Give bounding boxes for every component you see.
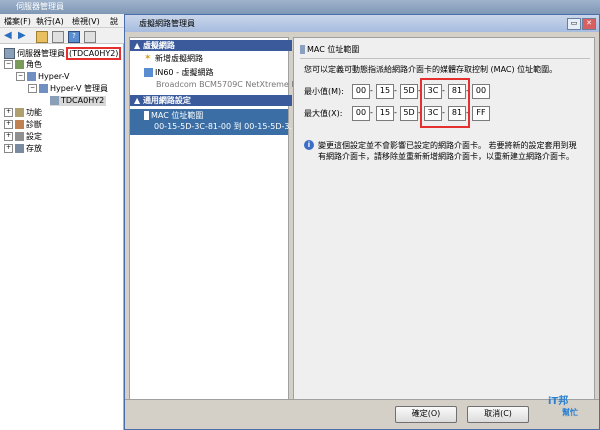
close-icon[interactable]: ✕ bbox=[582, 18, 596, 30]
max-octet-1[interactable]: 00 bbox=[352, 106, 370, 121]
diagnostics-icon bbox=[15, 120, 24, 129]
section-virtual-networks[interactable]: ▲ 虛擬網路 bbox=[130, 40, 292, 51]
back-arrow-icon[interactable]: ◀ bbox=[4, 31, 14, 41]
tree-host[interactable]: TDCA0HY2 bbox=[50, 96, 107, 106]
settings-nav-panel: ▲ 虛擬網路 ✶ 新增虛擬網路 IN60 - 虛擬網路 Broadcom BCM5… bbox=[129, 37, 304, 423]
storage-icon bbox=[15, 144, 24, 153]
dash: - bbox=[370, 86, 373, 95]
hyperv-icon bbox=[27, 72, 36, 81]
section-global-settings[interactable]: ▲ 通用網路設定 bbox=[130, 95, 292, 106]
mac-icon bbox=[144, 111, 149, 120]
cancel-button[interactable]: 取消(C) bbox=[467, 406, 529, 423]
dialog-footer: 確定(O) 取消(C) bbox=[125, 399, 599, 429]
forward-arrow-icon[interactable]: ▶ bbox=[18, 31, 28, 41]
help-icon[interactable]: ? bbox=[68, 31, 80, 43]
ok-button[interactable]: 確定(O) bbox=[395, 406, 457, 423]
folder-up-icon[interactable] bbox=[36, 31, 48, 43]
tree-features[interactable]: + 功能 bbox=[4, 108, 42, 118]
menu-action[interactable]: 執行(A) bbox=[36, 16, 64, 27]
max-octet-3[interactable]: 5D bbox=[400, 106, 418, 121]
server-icon bbox=[4, 48, 15, 59]
collapse-icon[interactable]: − bbox=[4, 60, 13, 69]
host-icon bbox=[50, 96, 59, 105]
back-window-title: 伺服器管理員 bbox=[16, 2, 64, 11]
back-window-titlebar: 伺服器管理員 bbox=[0, 0, 600, 14]
menu-file[interactable]: 檔案(F) bbox=[4, 16, 31, 27]
info-icon: i bbox=[304, 140, 314, 150]
configuration-icon bbox=[15, 132, 24, 141]
octet-highlight-box bbox=[420, 78, 470, 128]
panel-description: 您可以定義可動態指派給網路介面卡的媒體存取控制 (MAC) 位址範圍。 bbox=[304, 65, 558, 74]
expand-icon[interactable]: + bbox=[4, 108, 13, 117]
dash: - bbox=[370, 108, 373, 117]
dash: - bbox=[394, 108, 397, 117]
server-manager-tree: 伺服器管理員 (TDCA0HY2) − 角色 − Hyper-V − Hyper-V 管… bbox=[0, 44, 124, 430]
menu-view[interactable]: 檢視(V) bbox=[72, 16, 100, 27]
min-octet-3[interactable]: 5D bbox=[400, 84, 418, 99]
properties-icon[interactable] bbox=[84, 31, 96, 43]
min-octet-6[interactable]: 00 bbox=[472, 84, 490, 99]
virtual-network-manager-dialog: 虛擬網路管理員 ▭ ✕ ▲ 虛擬網路 ✶ 新增虛擬網路 IN60 - 虛擬網路 B… bbox=[124, 14, 600, 430]
nav-adapter-name: Broadcom BCM5709C NetXtreme II... bbox=[156, 80, 304, 89]
expand-icon[interactable]: + bbox=[4, 144, 13, 153]
nav-mac-range-selected[interactable]: MAC 位址範圍 00-15-5D-3C-81-00 到 00-15-5D-3.… bbox=[130, 109, 297, 135]
max-octet-6[interactable]: FF bbox=[472, 106, 490, 121]
dash: - bbox=[394, 86, 397, 95]
watermark-logo: iT邦 幫忙 bbox=[548, 396, 578, 417]
tree-storage[interactable]: + 存放 bbox=[4, 144, 42, 154]
show-tree-icon[interactable] bbox=[52, 31, 64, 43]
mac-range-settings-panel: MAC 位址範圍 您可以定義可動態指派給網路介面卡的媒體存取控制 (MAC) 位… bbox=[293, 37, 595, 423]
collapse-caret-icon[interactable]: ▲ bbox=[134, 41, 143, 50]
dialog-titlebar: 虛擬網路管理員 ▭ ✕ bbox=[125, 15, 599, 32]
info-text: 變更這個設定並不會影響已設定的網路介面卡。 若要將新的設定套用到現 有網路介面卡… bbox=[318, 141, 577, 161]
tree-roles[interactable]: − 角色 bbox=[4, 60, 42, 70]
max-octet-2[interactable]: 15 bbox=[376, 106, 394, 121]
tree-configuration[interactable]: + 設定 bbox=[4, 132, 42, 142]
mac-icon bbox=[300, 45, 305, 54]
back-toolbar: ◀ ▶ ? bbox=[0, 28, 124, 44]
tree-hyperv-manager[interactable]: − Hyper-V 管理員 bbox=[28, 84, 108, 94]
min-label: 最小值(M): bbox=[304, 87, 344, 96]
min-octet-1[interactable]: 00 bbox=[352, 84, 370, 99]
network-icon bbox=[144, 68, 153, 77]
nav-in60-network[interactable]: IN60 - 虛擬網路 bbox=[144, 68, 214, 78]
collapse-icon[interactable]: − bbox=[16, 72, 25, 81]
menu-help[interactable]: 說 bbox=[110, 16, 118, 27]
panel-header: MAC 位址範圍 bbox=[300, 44, 590, 59]
roles-icon bbox=[15, 60, 24, 69]
collapse-caret-icon[interactable]: ▲ bbox=[134, 96, 143, 105]
dialog-title: 虛擬網路管理員 bbox=[139, 19, 195, 28]
tree-hyperv[interactable]: − Hyper-V bbox=[16, 72, 69, 82]
new-star-icon: ✶ bbox=[144, 53, 152, 63]
tree-root[interactable]: 伺服器管理員 (TDCA0HY2) bbox=[4, 47, 122, 60]
min-octet-2[interactable]: 15 bbox=[376, 84, 394, 99]
features-icon bbox=[15, 108, 24, 117]
nav-new-virtual-network[interactable]: ✶ 新增虛擬網路 bbox=[144, 54, 203, 64]
expand-icon[interactable]: + bbox=[4, 132, 13, 141]
nav-mac-range-value: 00-15-5D-3C-81-00 到 00-15-5D-3... bbox=[154, 122, 298, 131]
minimize-icon[interactable]: ▭ bbox=[567, 18, 581, 30]
hyperv-manager-icon bbox=[39, 84, 48, 93]
host-name-highlight: (TDCA0HY2) bbox=[66, 47, 122, 60]
tree-diagnostics[interactable]: + 診斷 bbox=[4, 120, 42, 130]
max-label: 最大值(X): bbox=[304, 109, 343, 118]
expand-icon[interactable]: + bbox=[4, 120, 13, 129]
back-menu-bar: 檔案(F) 執行(A) 檢視(V) 說 bbox=[0, 14, 124, 28]
collapse-icon[interactable]: − bbox=[28, 84, 37, 93]
